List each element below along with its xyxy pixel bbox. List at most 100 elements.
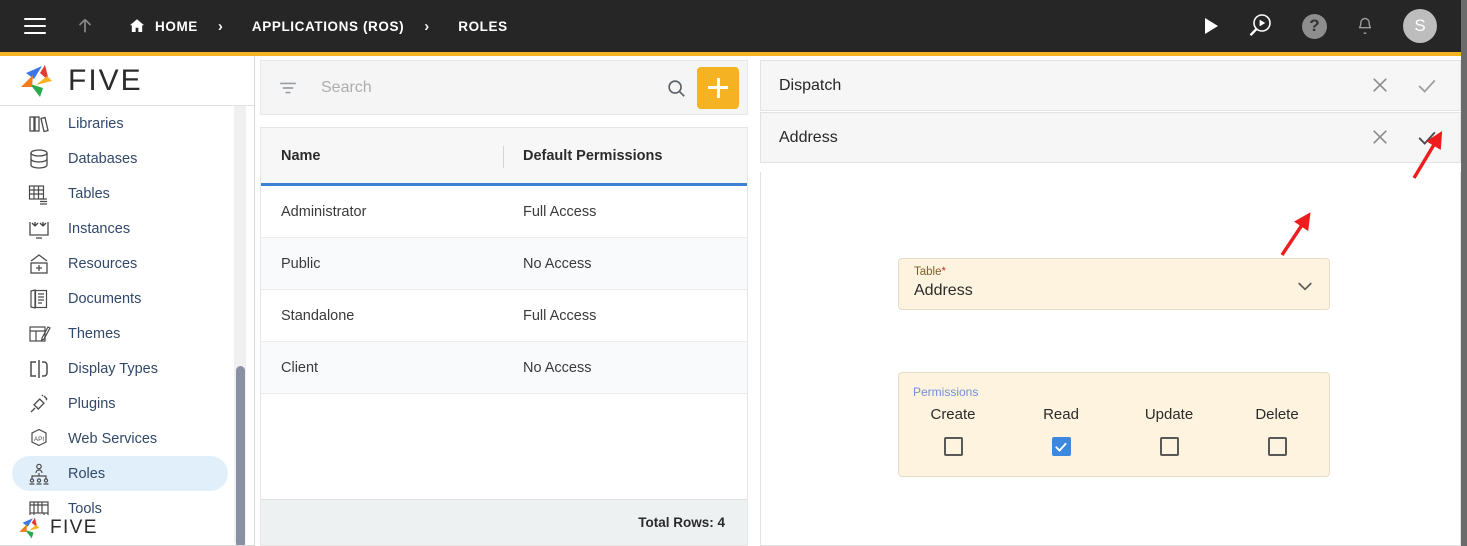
sidebar-item-themes[interactable]: Themes [12,316,228,351]
avatar-initial: S [1414,16,1426,35]
update-checkbox[interactable] [1159,437,1179,456]
column-header-name[interactable]: Name [261,148,501,164]
breadcrumb-separator: › [424,17,430,35]
display-types-icon [22,355,56,383]
filter-icon[interactable] [277,77,299,99]
read-checkbox[interactable] [1051,437,1071,456]
roles-table: Name Default Permissions Administrator F… [260,127,748,546]
five-logo-text: FIVE [68,63,143,97]
sidebar-item-libraries[interactable]: Libraries [12,106,228,141]
permission-label: Read [1043,406,1079,423]
five-logo-mark-small [19,517,40,539]
libraries-icon [22,110,56,138]
resources-icon [22,250,56,278]
address-card-header: Address [760,112,1461,163]
detail-panel: Dispatch Address Table* Address Permissi… [760,60,1461,546]
address-form-body: Table* Address Permissions Create Read U… [760,172,1461,546]
check-icon[interactable] [1416,127,1438,149]
cell-permissions: Full Access [523,203,597,220]
delete-checkbox[interactable] [1267,437,1287,456]
web-services-icon: API [22,425,56,453]
table-row[interactable]: Administrator Full Access [261,186,747,238]
documents-icon [22,285,56,313]
breadcrumb-home[interactable]: HOME [155,19,198,34]
table-select-field[interactable]: Table* Address [898,258,1330,310]
search-icon[interactable] [665,77,687,99]
permission-read: Read [1007,406,1115,456]
sidebar-item-display-types[interactable]: Display Types [12,351,228,386]
sidebar-item-tables[interactable]: Tables [12,176,228,211]
svg-text:API: API [34,436,45,443]
search-bar [260,60,748,115]
table-footer: Total Rows: 4 [261,499,747,545]
chevron-down-icon[interactable] [1295,276,1315,296]
search-input[interactable] [321,78,665,97]
breadcrumb-roles[interactable]: ROLES [458,19,508,34]
sidebar-item-documents[interactable]: Documents [12,281,228,316]
sidebar-item-label: Tables [68,185,110,202]
instances-icon [22,215,56,243]
arrow-up-icon[interactable] [74,15,96,37]
topbar-actions: ? S [1205,9,1461,43]
sidebar-item-plugins[interactable]: Plugins [12,386,228,421]
sidebar-item-resources[interactable]: Resources [12,246,228,281]
sidebar-item-roles[interactable]: Roles [12,456,228,491]
required-marker: * [941,266,946,278]
permissions-grid: Create Read Update Delete [899,406,1331,456]
cell-permissions: Full Access [523,307,597,324]
column-divider [503,146,504,168]
sidebar-item-databases[interactable]: Databases [12,141,228,176]
sidebar-item-label: Themes [68,325,121,342]
check-icon[interactable] [1416,75,1438,97]
app-window: HOME › APPLICATIONS (ROS) › ROLES ? S Li… [0,0,1467,546]
table-row[interactable]: Standalone Full Access [261,290,747,342]
permission-label: Update [1144,406,1194,423]
sidebar-item-label: Display Types [68,360,158,377]
sidebar-item-label: Documents [68,290,142,307]
help-icon-label: ? [1309,16,1320,35]
plus-icon [708,77,728,98]
sidebar: Libraries Databases Tables Instances Res… [0,56,255,546]
sidebar-item-label: Plugins [68,395,116,412]
notifications-bell-icon[interactable] [1355,15,1375,37]
permission-update: Update [1115,406,1223,456]
sidebar-item-instances[interactable]: Instances [12,211,228,246]
table-row[interactable]: Public No Access [261,238,747,290]
breadcrumb-applications[interactable]: APPLICATIONS (ROS) [252,19,404,34]
permission-delete: Delete [1223,406,1331,456]
sidebar-logo-top: FIVE [0,56,254,106]
avatar[interactable]: S [1403,9,1437,43]
home-icon[interactable] [128,17,146,35]
cell-permissions: No Access [523,359,592,376]
column-header-permissions[interactable]: Default Permissions [501,148,662,164]
close-icon[interactable] [1370,75,1392,97]
search-preview-icon[interactable] [1246,12,1274,40]
tables-icon [22,180,56,208]
sidebar-item-label: Resources [68,255,138,272]
sidebar-scrollbar-thumb[interactable] [236,366,245,545]
permission-label: Create [930,406,976,423]
permission-create: Create [899,406,1007,456]
hamburger-menu-icon[interactable] [24,18,46,34]
create-checkbox[interactable] [943,437,963,456]
table-field-label: Table* [914,266,946,278]
roles-icon [22,460,56,488]
sidebar-item-label: Roles [68,465,106,482]
cell-name: Administrator [281,203,367,220]
help-icon[interactable]: ? [1302,13,1327,39]
add-role-button[interactable] [697,66,739,109]
close-icon[interactable] [1370,127,1392,149]
table-row[interactable]: Client No Access [261,342,747,394]
table-header-row: Name Default Permissions [261,128,747,186]
run-icon[interactable] [1205,18,1218,34]
total-rows-label: Total Rows: 4 [638,515,725,530]
five-logo-mark [21,64,52,97]
sidebar-item-label: Databases [68,150,138,167]
sidebar-logo-bottom: FIVE [16,515,98,541]
sidebar-item-web-services[interactable]: API Web Services [12,421,228,456]
window-right-edge [1461,0,1467,546]
cell-permissions: No Access [523,255,592,272]
sidebar-nav-list: Libraries Databases Tables Instances Res… [0,56,240,526]
table-field-label-text: Table [914,266,942,278]
dispatch-actions [1370,75,1460,97]
